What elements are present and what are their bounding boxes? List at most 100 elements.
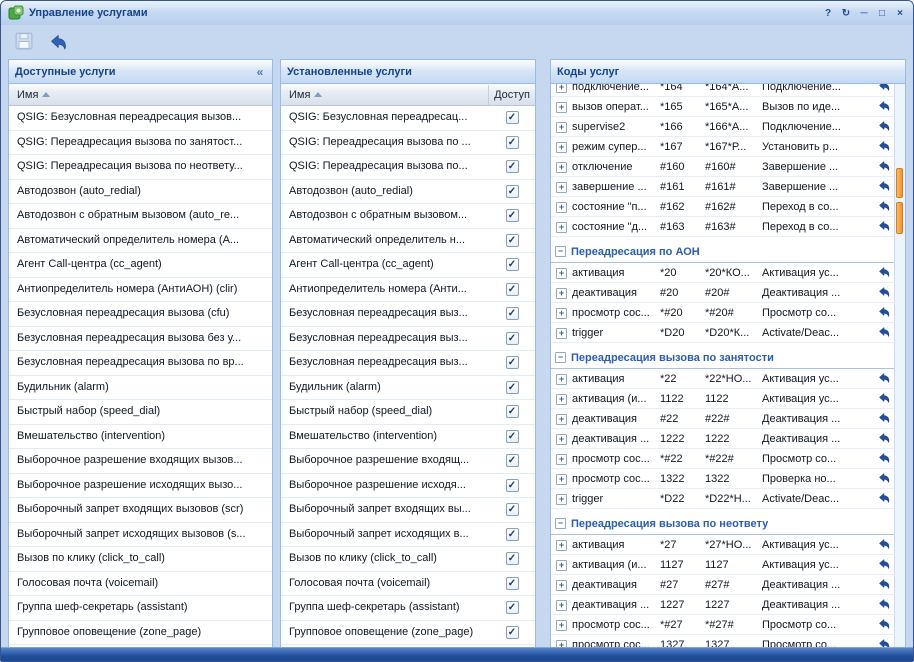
code-row[interactable]: + деактивация #22 #22# Деактивация ... — [551, 409, 894, 429]
code-row[interactable]: + trigger *D22 *D22*Н... Activate/Deac..… — [551, 489, 894, 509]
reset-code-button[interactable] — [872, 139, 894, 155]
reset-code-button[interactable] — [872, 285, 894, 301]
expand-row-icon[interactable]: + — [556, 580, 567, 591]
expand-row-icon[interactable]: + — [556, 620, 567, 631]
expand-row-icon[interactable]: + — [556, 540, 567, 551]
list-item[interactable]: Быстрый набор (speed_dial) — [9, 400, 272, 425]
list-item[interactable]: Агент Call-центра (cc_agent) — [9, 253, 272, 278]
expand-row-icon[interactable]: + — [556, 560, 567, 571]
list-item[interactable]: Группа шеф-секретарь (assistant) — [9, 596, 272, 621]
expand-row-icon[interactable]: + — [556, 182, 567, 193]
reset-code-button[interactable] — [872, 557, 894, 573]
code-row[interactable]: + активация (и... 1122 1122 Активация ус… — [551, 389, 894, 409]
access-checkbox[interactable]: ✓ — [506, 111, 519, 124]
refresh-icon[interactable]: ↻ — [838, 6, 854, 21]
access-checkbox[interactable]: ✓ — [506, 234, 519, 247]
code-row[interactable]: + деактивация #27 #27# Деактивация ... — [551, 575, 894, 595]
expand-row-icon[interactable]: + — [556, 374, 567, 385]
reset-code-button[interactable] — [872, 537, 894, 553]
collapse-group-icon[interactable]: − — [555, 518, 566, 529]
list-item[interactable]: Вмешательство (intervention) ✓ — [281, 425, 535, 450]
code-row[interactable]: + деактивация ... 1227 1227 Деактивация … — [551, 595, 894, 615]
list-item[interactable]: Безусловная переадресация вызова без у..… — [9, 327, 272, 352]
access-checkbox[interactable]: ✓ — [506, 332, 519, 345]
reset-code-button[interactable] — [872, 119, 894, 135]
code-row[interactable]: + просмотр сос... *#22 *#22# Просмотр со… — [551, 449, 894, 469]
access-checkbox[interactable]: ✓ — [506, 479, 519, 492]
code-row[interactable]: + supervise2 *166 *166*А... Подключение.… — [551, 117, 894, 137]
list-item[interactable]: Будильник (alarm) ✓ — [281, 376, 535, 401]
splitter[interactable] — [273, 59, 280, 648]
access-checkbox[interactable]: ✓ — [506, 185, 519, 198]
code-row[interactable]: + вызов операт... *165 *165*А... Вызов п… — [551, 97, 894, 117]
list-item[interactable]: Безусловная переадресация выз... ✓ — [281, 327, 535, 352]
list-item[interactable]: Групповое оповещение (zone_page) ✓ — [281, 621, 535, 646]
list-item[interactable]: Безусловная переадресация вызова (cfu) — [9, 302, 272, 327]
list-item[interactable]: Агент Call-центра (cc_agent) ✓ — [281, 253, 535, 278]
reset-code-button[interactable] — [872, 179, 894, 195]
list-item[interactable]: Автоматический определитель н... ✓ — [281, 229, 535, 254]
list-item[interactable]: Автодозвон (auto_redial) — [9, 180, 272, 205]
reset-code-button[interactable] — [872, 617, 894, 633]
access-checkbox[interactable]: ✓ — [506, 528, 519, 541]
code-row[interactable]: + просмотр сос... *#20 *#20# Просмотр со… — [551, 303, 894, 323]
list-item[interactable]: Группа шеф-секретарь (assistant) ✓ — [281, 596, 535, 621]
list-item[interactable]: Выборочный запрет исходящих вызовов (s..… — [9, 523, 272, 548]
code-row[interactable]: + подключение... *164 *164*А... Подключе… — [551, 84, 894, 97]
access-checkbox[interactable]: ✓ — [506, 405, 519, 418]
access-checkbox[interactable]: ✓ — [506, 160, 519, 173]
code-row[interactable]: + режим супер... *167 *167*Р... Установи… — [551, 137, 894, 157]
code-row[interactable]: + просмотр сос... 1322 1322 Проверка но.… — [551, 469, 894, 489]
list-item[interactable]: Выборочный запрет исходящих в... ✓ — [281, 523, 535, 548]
scrollbar-thumb[interactable] — [896, 202, 903, 234]
list-item[interactable]: Будильник (alarm) — [9, 376, 272, 401]
access-checkbox[interactable]: ✓ — [506, 283, 519, 296]
access-checkbox[interactable]: ✓ — [506, 136, 519, 149]
list-item[interactable]: Выборочное разрешение исходящих вызо... — [9, 474, 272, 499]
reset-code-button[interactable] — [872, 451, 894, 467]
expand-row-icon[interactable]: + — [556, 640, 567, 648]
list-item[interactable]: Безусловная переадресация вызова по вр..… — [9, 351, 272, 376]
list-item[interactable]: Выборочный запрет входящих вы... ✓ — [281, 498, 535, 523]
reset-code-button[interactable] — [872, 491, 894, 507]
expand-row-icon[interactable]: + — [556, 434, 567, 445]
list-item[interactable]: Выборочный запрет входящих вызовов (scr) — [9, 498, 272, 523]
list-item[interactable]: QSIG: Переадресация вызова по занятост..… — [9, 131, 272, 156]
close-icon[interactable]: × — [892, 6, 908, 21]
list-item[interactable]: Автодозвон (auto_redial) ✓ — [281, 180, 535, 205]
code-group-header[interactable]: − Переадресация вызова по занятости — [551, 347, 894, 369]
expand-row-icon[interactable]: + — [556, 202, 567, 213]
list-item[interactable]: Выборочное разрешение входящих вызов... — [9, 449, 272, 474]
access-checkbox[interactable]: ✓ — [506, 601, 519, 614]
list-item[interactable]: Выборочное разрешение исходя... ✓ — [281, 474, 535, 499]
window-titlebar[interactable]: Управление услугами ? ↻ ─ □ × — [1, 1, 913, 25]
code-row[interactable]: + просмотр сос... 1327 1327 Просмотр со.… — [551, 635, 894, 647]
code-group-header[interactable]: − Переадресация вызова по неответу — [551, 513, 894, 535]
list-item[interactable]: QSIG: Безусловная переадресац... ✓ — [281, 106, 535, 131]
expand-row-icon[interactable]: + — [556, 142, 567, 153]
expand-row-icon[interactable]: + — [556, 600, 567, 611]
code-row[interactable]: + активация *22 *22*НО... Активация ус..… — [551, 369, 894, 389]
expand-row-icon[interactable]: + — [556, 308, 567, 319]
reset-code-button[interactable] — [872, 265, 894, 281]
access-checkbox[interactable]: ✓ — [506, 552, 519, 565]
expand-row-icon[interactable]: + — [556, 122, 567, 133]
expand-row-icon[interactable]: + — [556, 394, 567, 405]
reset-code-button[interactable] — [872, 637, 894, 648]
expand-row-icon[interactable]: + — [556, 474, 567, 485]
vertical-scrollbar[interactable] — [894, 84, 905, 647]
code-row[interactable]: + отключение #160 #160# Завершение ... — [551, 157, 894, 177]
reset-code-button[interactable] — [872, 431, 894, 447]
code-row[interactable]: + trigger *D20 *D20*К... Activate/Deac..… — [551, 323, 894, 343]
code-row[interactable]: + завершение ... #161 #161# Завершение .… — [551, 177, 894, 197]
reset-code-button[interactable] — [872, 391, 894, 407]
code-row[interactable]: + активация (и... 1127 1127 Активация ус… — [551, 555, 894, 575]
list-item[interactable]: Вызов по клику (click_to_call) ✓ — [281, 547, 535, 572]
expand-row-icon[interactable]: + — [556, 494, 567, 505]
reset-code-button[interactable] — [872, 577, 894, 593]
expand-row-icon[interactable]: + — [556, 102, 567, 113]
reset-code-button[interactable] — [872, 84, 894, 95]
expand-row-icon[interactable]: + — [556, 288, 567, 299]
list-item[interactable]: Вмешательство (intervention) — [9, 425, 272, 450]
access-checkbox[interactable]: ✓ — [506, 577, 519, 590]
